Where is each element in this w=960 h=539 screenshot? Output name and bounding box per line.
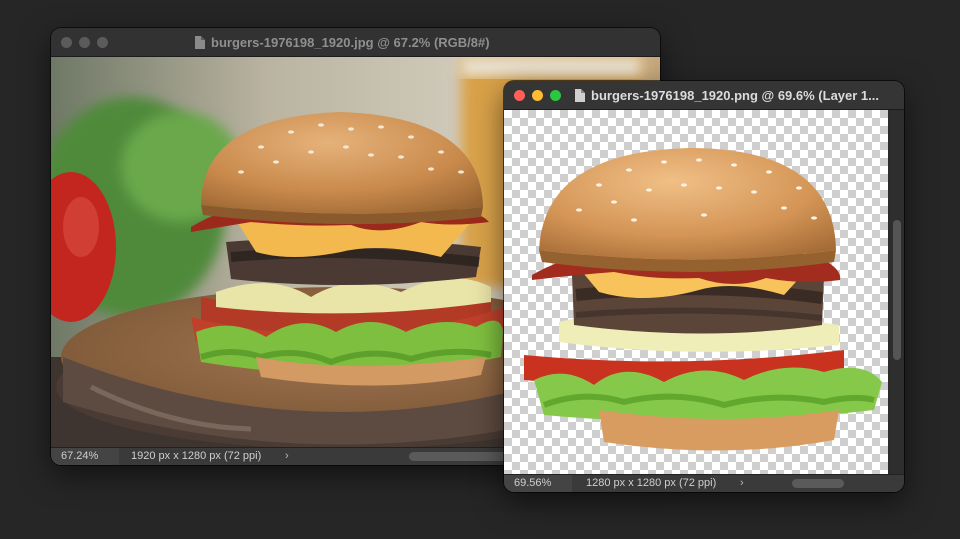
zoom-level[interactable]: 69.56%	[504, 475, 572, 492]
document-dimensions: 1920 px x 1280 px (72 ppi)	[131, 450, 262, 462]
horizontal-scrollbar[interactable]	[409, 452, 509, 461]
close-icon[interactable]	[61, 37, 72, 48]
window-title: burgers-1976198_1920.jpg @ 67.2% (RGB/8#…	[194, 28, 490, 56]
window-title-text: burgers-1976198_1920.png @ 69.6% (Layer …	[591, 87, 879, 103]
zoom-level[interactable]: 67.24%	[51, 448, 119, 465]
vertical-scrollbar-thumb[interactable]	[893, 220, 901, 360]
title-bar[interactable]: burgers-1976198_1920.jpg @ 67.2% (RGB/8#…	[51, 28, 660, 57]
window-title: burgers-1976198_1920.png @ 69.6% (Layer …	[574, 81, 879, 109]
close-icon[interactable]	[514, 90, 525, 101]
window-controls	[514, 90, 561, 101]
minimize-icon[interactable]	[532, 90, 543, 101]
zoom-icon[interactable]	[550, 90, 561, 101]
status-menu-arrow[interactable]: ›	[285, 448, 289, 465]
status-menu-arrow[interactable]: ›	[740, 475, 744, 492]
document-icon	[195, 35, 205, 49]
document-dimensions: 1280 px x 1280 px (72 ppi)	[586, 477, 717, 489]
window-title-text: burgers-1976198_1920.jpg @ 67.2% (RGB/8#…	[211, 34, 490, 50]
zoom-icon[interactable]	[97, 37, 108, 48]
vertical-scrollbar[interactable]	[890, 110, 904, 474]
horizontal-scrollbar[interactable]	[792, 479, 844, 488]
document-icon	[575, 88, 585, 102]
burger-cutout	[524, 148, 882, 451]
minimize-icon[interactable]	[79, 37, 90, 48]
canvas-transparent[interactable]	[504, 110, 888, 474]
status-bar: 69.56% 1280 px x 1280 px (72 ppi) ›	[504, 474, 904, 492]
document-window-png[interactable]: burgers-1976198_1920.png @ 69.6% (Layer …	[504, 81, 904, 492]
window-controls	[61, 37, 108, 48]
title-bar[interactable]: burgers-1976198_1920.png @ 69.6% (Layer …	[504, 81, 904, 110]
